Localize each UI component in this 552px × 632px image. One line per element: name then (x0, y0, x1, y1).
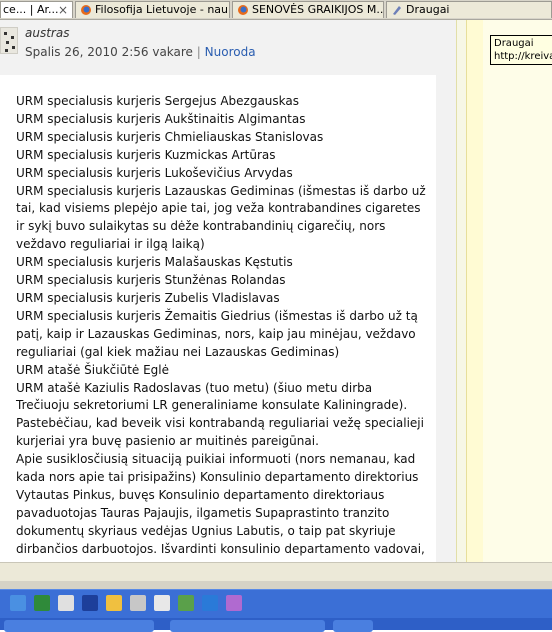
sidebar-column (483, 20, 552, 562)
comment-line: patį, kaip ir Lazauskas Gediminas, nors,… (16, 326, 416, 341)
ie-icon[interactable] (202, 595, 218, 611)
comment-line: URM specialusis kurjeris Žemaitis Giedri… (16, 308, 418, 323)
tab-active-label: ce... | Ar... (3, 3, 59, 16)
comment-line: Trečiuoju sekretoriumi LR generaliniame … (16, 398, 408, 413)
comment-line: URM specialusis kurjeris Zubelis Vladisl… (16, 290, 280, 305)
meta-separator: | (196, 45, 201, 59)
comment-line: dokumentų skyriaus vedėjas Ugnius Labuti… (16, 523, 396, 538)
comment-line: URM atašė Kaziulis Radoslavas (tuo metu)… (16, 380, 373, 395)
page-content: austras Spalis 26, 2010 2:56 vakare | Nu… (0, 20, 456, 562)
horizontal-scrollbar[interactable] (0, 562, 552, 582)
tab-tooltip: Draugai http://kreiva (490, 35, 552, 65)
comment-line: URM specialusis kurjeris Chmieliauskas S… (16, 129, 324, 144)
comment-line: URM specialusis kurjeris Lazauskas Gedim… (16, 183, 426, 198)
highlight-column (466, 20, 484, 562)
paint-icon[interactable] (226, 595, 242, 611)
tab-label: Filosofija Lietuvoje - nau... (95, 3, 230, 16)
comment-permalink[interactable]: Nuoroda (205, 45, 256, 59)
taskbar-button[interactable] (4, 620, 154, 632)
comment-line: URM atašė Šiukčiūtė Eglė (16, 362, 170, 377)
taskbar-button[interactable] (333, 620, 373, 632)
comment-line: URM specialusis kurjeris Sergejus Abezga… (16, 94, 299, 108)
comment-line: dirbančios darbuotojos. Išvardinti konsu… (16, 541, 425, 556)
folder-icon[interactable] (106, 595, 122, 611)
comment-line: kada nors apie tai prisipažins) Konsulin… (16, 470, 419, 485)
calendar-icon[interactable] (154, 595, 170, 611)
comment-line: tai, kad visiems plepėjo apie tai, jog v… (16, 201, 421, 216)
firefox-page-icon (81, 5, 91, 15)
tab-senoves[interactable]: SENOVĖS GRAIKIJOS M... (232, 1, 384, 18)
comment-author: austras (25, 26, 70, 40)
comment-date: Spalis 26, 2010 2:56 vakare (25, 45, 193, 59)
tooltip-url: http://kreiva (494, 51, 552, 62)
comment-line: URM specialusis kurjeris Malašauskas Kęs… (16, 255, 293, 270)
frame-icon[interactable] (130, 595, 146, 611)
comment-line: URM specialusis kurjeris Aukštinaitis Al… (16, 111, 306, 126)
camera-icon[interactable] (178, 595, 194, 611)
ovl-icon[interactable] (34, 595, 50, 611)
comment-line: reguliariai (gal kiek mažiau nei Lazausk… (16, 344, 340, 359)
comment-line: Vytautas Pinkus, buvęs Konsulinio depart… (16, 487, 385, 502)
avatar[interactable] (0, 27, 18, 54)
close-icon[interactable]: × (57, 4, 69, 16)
comment-line: veždavo reguliariai ir ilgą laiką) (16, 237, 205, 252)
comment-body: URM specialusis kurjeris Sergejus Abezga… (0, 75, 436, 562)
status-bar (0, 581, 552, 589)
word-icon[interactable] (82, 595, 98, 611)
web-icon[interactable] (10, 595, 26, 611)
tab-label: SENOVĖS GRAIKIJOS M... (252, 3, 384, 16)
comment-line: URM specialusis kurjeris Kuzmickas Artūr… (16, 147, 276, 162)
quick-launch-bar (0, 589, 552, 619)
media-icon[interactable] (58, 595, 74, 611)
taskbar (0, 618, 552, 632)
comment-line: URM specialusis kurjeris Stunžėnas Rolan… (16, 273, 286, 288)
comment-line: ir sykį buvo sulaikytas su dėže kontraba… (16, 219, 386, 234)
comment-line: Pastebėčiau, kad beveik visi kontrabandą… (16, 416, 424, 431)
comment-text: URM specialusis kurjeris Sergejus Abezga… (16, 93, 426, 559)
page-gutter (456, 20, 466, 562)
comment-line: pavaduotojas Tauras Pajaujis, ilgametis … (16, 505, 390, 520)
comment-line: kurjeriai yra buvę pasienio ar muitinės … (16, 434, 319, 449)
comment-line: URM specialusis kurjeris Lukoševičius Ar… (16, 165, 293, 180)
tooltip-title: Draugai (494, 38, 534, 49)
tab-label: Draugai (406, 3, 450, 16)
tab-draugai[interactable]: Draugai (386, 1, 552, 18)
comment-meta: Spalis 26, 2010 2:56 vakare | Nuoroda (25, 45, 256, 59)
pin-page-icon (393, 6, 401, 15)
firefox-page-icon (238, 5, 248, 15)
tab-filosofija[interactable]: Filosofija Lietuvoje - nau... (75, 1, 230, 18)
tab-bar: ce... | Ar... × Filosofija Lietuvoje - n… (0, 0, 552, 20)
taskbar-button[interactable] (170, 620, 325, 632)
tab-active[interactable]: ce... | Ar... × (0, 1, 73, 18)
comment-line: Apie susiklosčiusią situaciją puikiai in… (16, 452, 416, 467)
